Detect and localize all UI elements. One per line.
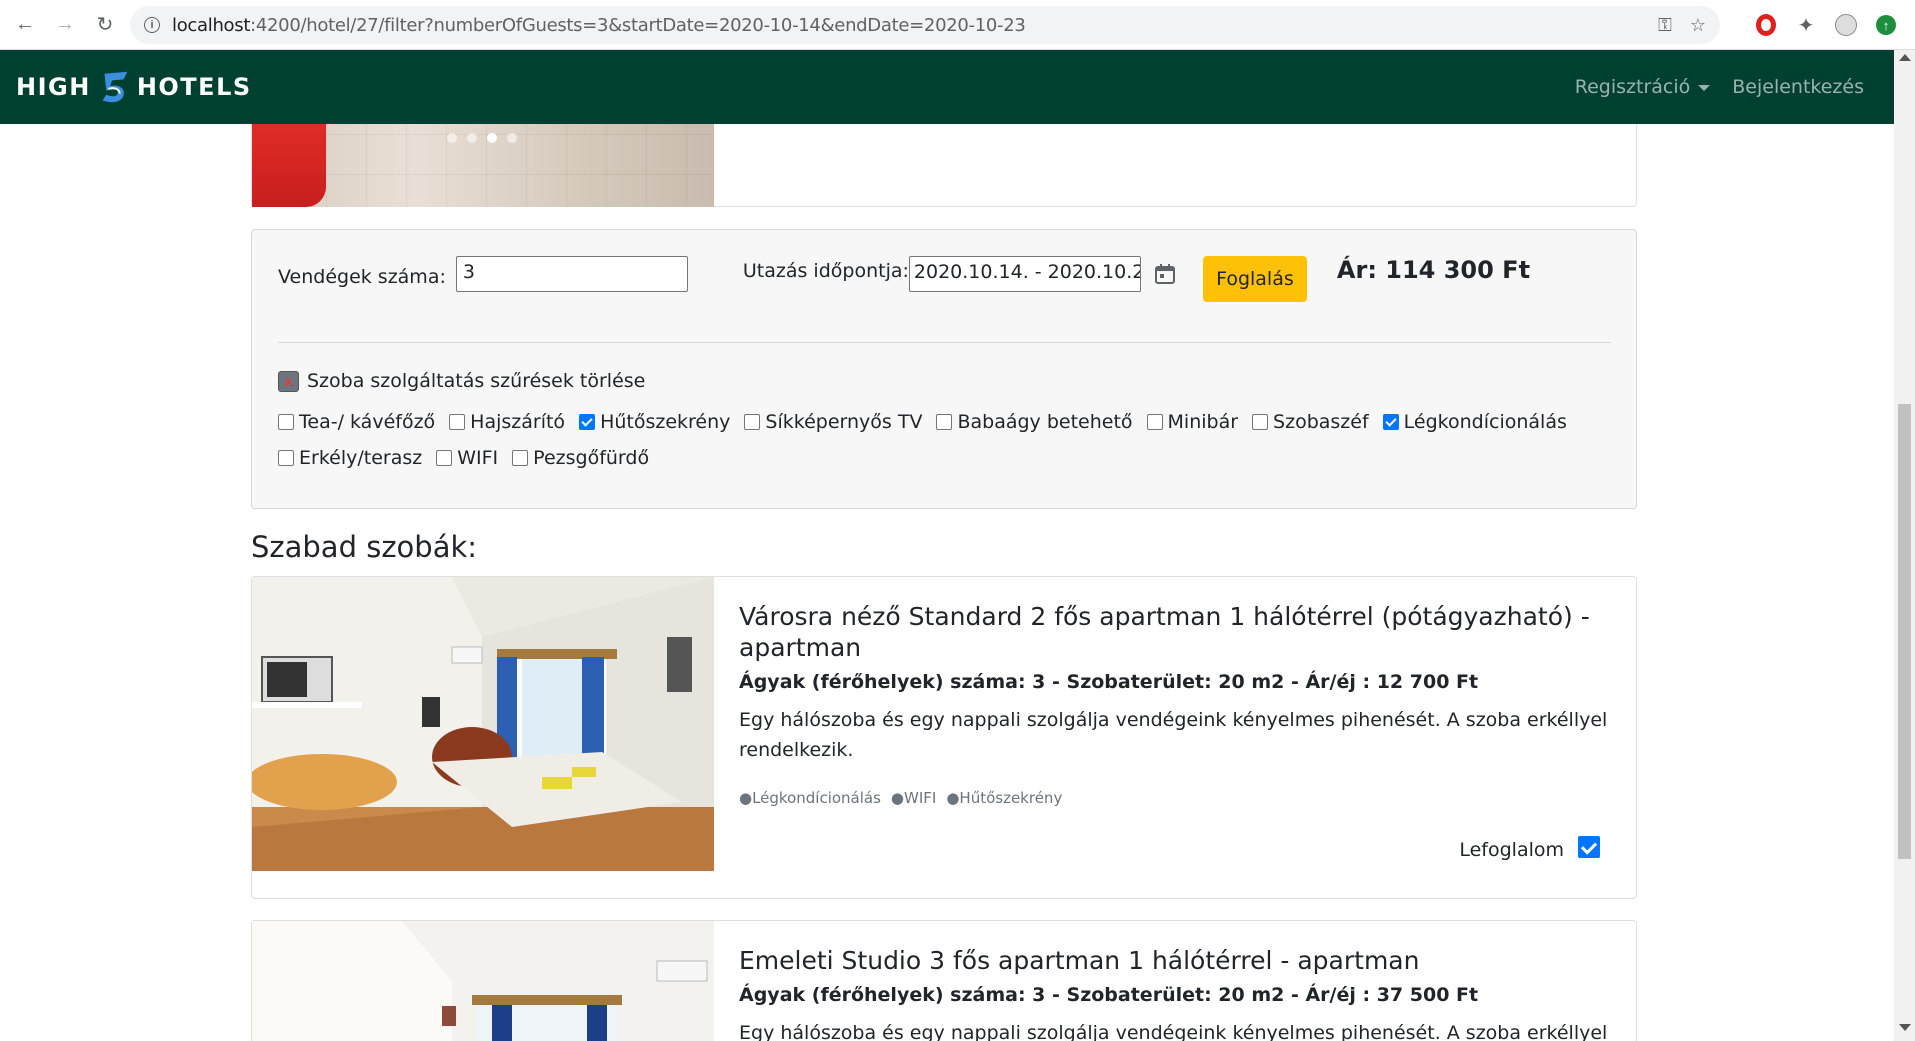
divider: [278, 342, 1611, 343]
room-photo[interactable]: [252, 577, 714, 871]
scroll-down-arrow-icon[interactable]: [1899, 1024, 1911, 1031]
carousel-indicators: [447, 133, 517, 143]
five-logo-icon: [102, 71, 128, 103]
checkbox-checked[interactable]: [579, 414, 596, 430]
carousel-dot[interactable]: [467, 133, 477, 143]
checkbox[interactable]: [278, 414, 294, 430]
room-card: Emeleti Studio 3 fős apartman 1 hálótérr…: [251, 920, 1637, 1041]
opera-extension-icon[interactable]: [1753, 12, 1779, 38]
service-filter-safe[interactable]: Szobaszéf: [1252, 410, 1369, 434]
room-title: Emeleti Studio 3 fős apartman 1 hálótérr…: [739, 946, 1420, 975]
checkbox[interactable]: [512, 450, 529, 466]
brand-high-text: HIGH: [16, 73, 91, 101]
total-price: Ár: 114 300 Ft: [1336, 256, 1531, 284]
service-filter-balcony[interactable]: Erkély/terasz: [278, 446, 422, 470]
room-description: Egy hálószoba és egy nappali szolgálja v…: [739, 709, 1608, 761]
service-filter-jacuzzi[interactable]: Pezsgőfürdő: [512, 446, 649, 470]
brand-logo[interactable]: HIGH HOTELS: [16, 68, 252, 106]
profile-avatar-icon[interactable]: [1833, 12, 1859, 38]
room-amenity-tags: ●Légkondícionálás ●WIFI ●Hűtőszekrény: [739, 789, 1609, 807]
available-rooms-heading: Szabad szobák:: [251, 530, 478, 564]
reload-icon[interactable]: ↻: [88, 8, 122, 42]
hotel-gallery-image[interactable]: [252, 124, 714, 207]
room-title: Városra néző Standard 2 fős apartman 1 h…: [739, 602, 1590, 662]
scroll-up-arrow-icon[interactable]: [1899, 54, 1911, 61]
amenity-tag: ●WIFI: [890, 789, 937, 807]
calendar-icon[interactable]: [1153, 262, 1177, 286]
service-filter-tea[interactable]: Tea-/ kávéfőző: [278, 410, 435, 434]
login-link[interactable]: Bejelentkezés: [1732, 76, 1864, 98]
checkbox-checked[interactable]: [1382, 414, 1399, 430]
scrollbar-thumb[interactable]: [1898, 404, 1911, 859]
service-filter-wifi[interactable]: WIFI: [436, 446, 498, 470]
checkbox[interactable]: [436, 450, 453, 466]
room-details: Ágyak (férőhelyek) száma: 3 - Szobaterül…: [739, 671, 1479, 693]
booking-filter-panel: Vendégek száma: 3 Utazás időpontja: 2020…: [251, 229, 1637, 509]
carousel-dot-active[interactable]: [487, 133, 497, 143]
forward-icon[interactable]: →: [48, 8, 82, 42]
star-icon[interactable]: ☆: [1690, 15, 1706, 36]
back-icon[interactable]: ←: [8, 8, 42, 42]
carousel-dot[interactable]: [507, 133, 517, 143]
site-navbar: HIGH HOTELS Regisztráció Bejelentkezés: [0, 50, 1894, 124]
checkbox[interactable]: [744, 414, 761, 430]
reserve-checkbox[interactable]: [1578, 836, 1600, 858]
register-dropdown[interactable]: Regisztráció: [1575, 76, 1711, 98]
service-filter-tv[interactable]: Síkképernyős TV: [744, 410, 922, 434]
service-filter-aircon[interactable]: Légkondícionálás: [1382, 410, 1567, 434]
update-icon[interactable]: ↑: [1873, 12, 1899, 38]
caret-down-icon: [1698, 84, 1711, 91]
travel-date-label: Utazás időpontja:: [742, 260, 909, 282]
checkbox[interactable]: [278, 450, 294, 466]
service-filter-minibar[interactable]: Minibár: [1146, 410, 1238, 434]
room-card: Városra néző Standard 2 fős apartman 1 h…: [251, 576, 1637, 899]
browser-toolbar: ← → ↻ i localhost:4200/hotel/27/filter?n…: [0, 0, 1915, 50]
guests-input[interactable]: 3: [455, 256, 688, 292]
checkbox[interactable]: [1252, 414, 1269, 430]
guests-label: Vendégek száma:: [278, 266, 446, 288]
clear-filters-label[interactable]: Szoba szolgáltatás szűrések törlése: [307, 370, 645, 392]
service-filter-babybed[interactable]: Babaágy betehető: [936, 410, 1133, 434]
brand-hotels-text: HOTELS: [136, 73, 252, 101]
amenity-tag: ●Légkondícionálás: [739, 789, 881, 807]
service-filter-hairdryer[interactable]: Hajszárító: [449, 410, 565, 434]
url-text[interactable]: localhost:4200/hotel/27/filter?numberOfG…: [172, 15, 1026, 36]
room-photo[interactable]: [252, 921, 714, 1041]
extensions-puzzle-icon[interactable]: ✦: [1793, 12, 1819, 38]
service-filter-list: Tea-/ kávéfőző Hajszárító Hűtőszekrény S…: [278, 410, 1618, 470]
carousel-dot[interactable]: [447, 133, 457, 143]
room-details: Ágyak (férőhelyek) száma: 3 - Szobaterül…: [739, 984, 1479, 1006]
checkbox[interactable]: [449, 414, 466, 430]
key-icon[interactable]: ⚿: [1658, 15, 1672, 36]
room-description: Egy hálószoba és egy nappali szolgálja v…: [739, 1022, 1608, 1041]
reserve-label: Lefoglalom: [1459, 839, 1564, 861]
book-button[interactable]: Foglalás: [1202, 256, 1307, 302]
reserve-toggle[interactable]: Lefoglalom: [1459, 833, 1600, 861]
amenity-tag: ●Hűtőszekrény: [946, 789, 1063, 807]
clear-filters-icon[interactable]: x: [278, 370, 299, 392]
service-filter-fridge[interactable]: Hűtőszekrény: [579, 410, 730, 434]
checkbox[interactable]: [1146, 414, 1163, 430]
info-icon[interactable]: i: [144, 17, 160, 33]
hotel-card: [251, 124, 1637, 207]
page-content: Vendégek száma: 3 Utazás időpontja: 2020…: [0, 124, 1894, 1041]
address-bar[interactable]: i localhost:4200/hotel/27/filter?numberO…: [130, 6, 1720, 44]
checkbox[interactable]: [936, 414, 953, 430]
date-range-input[interactable]: 2020.10.14. - 2020.10.23.: [908, 256, 1141, 292]
